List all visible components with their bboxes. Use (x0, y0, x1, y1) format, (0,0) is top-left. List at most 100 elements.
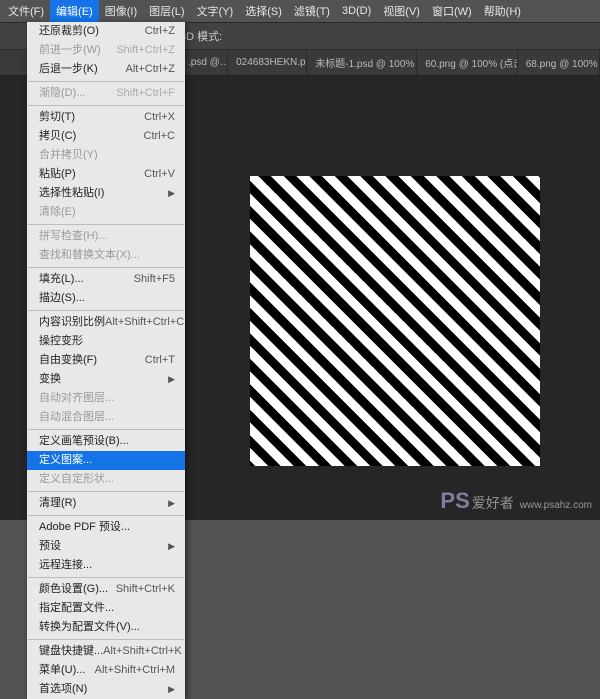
menu-item-label: 操控变形 (39, 334, 83, 349)
tab-label: .psd @… (188, 57, 228, 68)
menu-item-shortcut: Ctrl+C (144, 129, 175, 144)
menu-item-label: 远程连接... (39, 558, 92, 573)
menu-item[interactable]: 操控变形 (27, 332, 185, 351)
menu-item: 自动对齐图层... (27, 389, 185, 408)
menu-separator (28, 577, 184, 578)
menu-编辑(E)[interactable]: 编辑(E) (50, 0, 99, 22)
menu-item[interactable]: 自由变换(F)Ctrl+T (27, 351, 185, 370)
diagonal-stripe-pattern (250, 176, 540, 466)
menu-窗口(W)[interactable]: 窗口(W) (426, 0, 478, 22)
menu-item-label: 还原裁剪(O) (39, 24, 99, 39)
menu-item[interactable]: 远程连接... (27, 556, 185, 575)
menu-item-label: 指定配置文件... (39, 601, 114, 616)
menu-item-label: 拼写检查(H)... (39, 229, 107, 244)
menu-3D(D)[interactable]: 3D(D) (336, 2, 377, 20)
menu-item-label: 定义自定形状... (39, 472, 114, 487)
menu-item: 清除(E) (27, 203, 185, 222)
menu-item[interactable]: 粘贴(P) Ctrl+V (27, 165, 185, 184)
menu-图层(L)[interactable]: 图层(L) (143, 0, 190, 22)
menu-item[interactable]: 选择性粘贴(I) ▶ (27, 184, 185, 203)
menu-item[interactable]: 预设 ▶ (27, 537, 185, 556)
menu-item[interactable]: 菜单(U)... Alt+Shift+Ctrl+M (27, 661, 185, 680)
menu-item[interactable]: 剪切(T) Ctrl+X (27, 108, 185, 127)
menu-item-label: 菜单(U)... (39, 663, 85, 678)
watermark-suffix: 爱好者 (472, 493, 514, 513)
menu-item[interactable]: 拷贝(C) Ctrl+C (27, 127, 185, 146)
watermark-brand: PS (440, 488, 469, 514)
menu-item[interactable]: 首选项(N)▶ (27, 680, 185, 699)
menu-item[interactable]: 变换 ▶ (27, 370, 185, 389)
menu-item-label: 渐隐(D)... (39, 86, 85, 101)
menu-item[interactable]: 定义画笔预设(B)... (27, 432, 185, 451)
menu-item[interactable]: 后退一步(K) Alt+Ctrl+Z (27, 60, 185, 79)
menu-文件(F)[interactable]: 文件(F) (2, 0, 50, 22)
menu-item-label: 选择性粘贴(I) (39, 186, 104, 201)
menu-item-label: 变换 (39, 372, 61, 387)
menu-item: 拼写检查(H)... (27, 227, 185, 246)
menu-item-label: 拷贝(C) (39, 129, 76, 144)
tab-label: 024683HEKN.psd … (236, 57, 307, 68)
menu-item-shortcut: Alt+Ctrl+Z (125, 62, 175, 77)
menu-item: 渐隐(D)... Shift+Ctrl+F (27, 84, 185, 103)
document-tab[interactable]: 68.png @ 100% (此处× (518, 50, 600, 75)
submenu-arrow-icon: ▶ (168, 539, 175, 554)
menu-item-shortcut: Shift+Ctrl+F (116, 86, 175, 101)
menu-item-label: 颜色设置(G)... (39, 582, 108, 597)
menu-separator (28, 105, 184, 106)
menu-item[interactable]: 颜色设置(G)... Shift+Ctrl+K (27, 580, 185, 599)
menu-separator (28, 310, 184, 311)
menu-帮助(H)[interactable]: 帮助(H) (478, 0, 527, 22)
submenu-arrow-icon: ▶ (168, 186, 175, 201)
menu-item-label: 查找和替换文本(X)... (39, 248, 140, 263)
menu-item-label: 描边(S)... (39, 291, 85, 306)
menu-item-label: 清除(E) (39, 205, 76, 220)
menu-视图(V)[interactable]: 视图(V) (377, 0, 426, 22)
menu-item[interactable]: 填充(L)... Shift+F5 (27, 270, 185, 289)
menu-item-label: 剪切(T) (39, 110, 75, 125)
menu-separator (28, 224, 184, 225)
tab-label: 68.png @ 100% (此处 (526, 55, 600, 70)
menu-item-shortcut: Ctrl+X (144, 110, 175, 125)
document-tab[interactable]: 60.png @ 100% (点击这个…× (417, 50, 518, 75)
menu-item[interactable]: 还原裁剪(O)Ctrl+Z (27, 22, 185, 41)
menu-separator (28, 81, 184, 82)
menu-item[interactable]: 指定配置文件... (27, 599, 185, 618)
submenu-arrow-icon: ▶ (168, 372, 175, 387)
menu-item: 定义自定形状... (27, 470, 185, 489)
menu-item: 合并拷贝(Y) (27, 146, 185, 165)
document-tab[interactable]: 024683HEKN.psd …× (228, 50, 307, 75)
menu-item: 前进一步(W)Shift+Ctrl+Z (27, 41, 185, 60)
menu-item[interactable]: 清理(R) ▶ (27, 494, 185, 513)
menu-item-label: 填充(L)... (39, 272, 84, 287)
menu-item[interactable]: 内容识别比例Alt+Shift+Ctrl+C (27, 313, 185, 332)
menu-item-label: 后退一步(K) (39, 62, 98, 77)
tab-label: 未标题-1.psd @ 100% (矩形 1… (315, 55, 417, 70)
menu-图像(I)[interactable]: 图像(I) (99, 0, 143, 22)
menu-item[interactable]: 键盘快捷键...Alt+Shift+Ctrl+K (27, 642, 185, 661)
menu-item: 自动混合图层... (27, 408, 185, 427)
menu-item-shortcut: Alt+Shift+Ctrl+K (103, 644, 182, 659)
menu-item-shortcut: Ctrl+V (144, 167, 175, 182)
menu-item[interactable]: 描边(S)... (27, 289, 185, 308)
document-tab[interactable]: 未标题-1.psd @ 100% (矩形 1…× (307, 50, 417, 75)
menu-item-label: 自动混合图层... (39, 410, 114, 425)
menu-item-shortcut: Shift+Ctrl+Z (116, 43, 175, 58)
document-tab[interactable]: .psd @…× (180, 50, 228, 75)
menu-item-label: 自由变换(F) (39, 353, 97, 368)
menu-separator (28, 515, 184, 516)
menu-item-label: 清理(R) (39, 496, 76, 511)
menu-文字(Y)[interactable]: 文字(Y) (191, 0, 240, 22)
menu-item-label: 粘贴(P) (39, 167, 76, 182)
menu-item[interactable]: Adobe PDF 预设... (27, 518, 185, 537)
menu-item-label: 预设 (39, 539, 61, 554)
menu-separator (28, 639, 184, 640)
menu-item[interactable]: 定义图案... (27, 451, 185, 470)
menu-item[interactable]: 转换为配置文件(V)... (27, 618, 185, 637)
menu-item-shortcut: Shift+F5 (134, 272, 175, 287)
menu-item-shortcut: Alt+Shift+Ctrl+M (95, 663, 175, 678)
menu-选择(S)[interactable]: 选择(S) (239, 0, 288, 22)
menu-滤镜(T)[interactable]: 滤镜(T) (288, 0, 336, 22)
menu-item-shortcut: Shift+Ctrl+K (116, 582, 175, 597)
menu-separator (28, 429, 184, 430)
submenu-arrow-icon: ▶ (168, 496, 175, 511)
